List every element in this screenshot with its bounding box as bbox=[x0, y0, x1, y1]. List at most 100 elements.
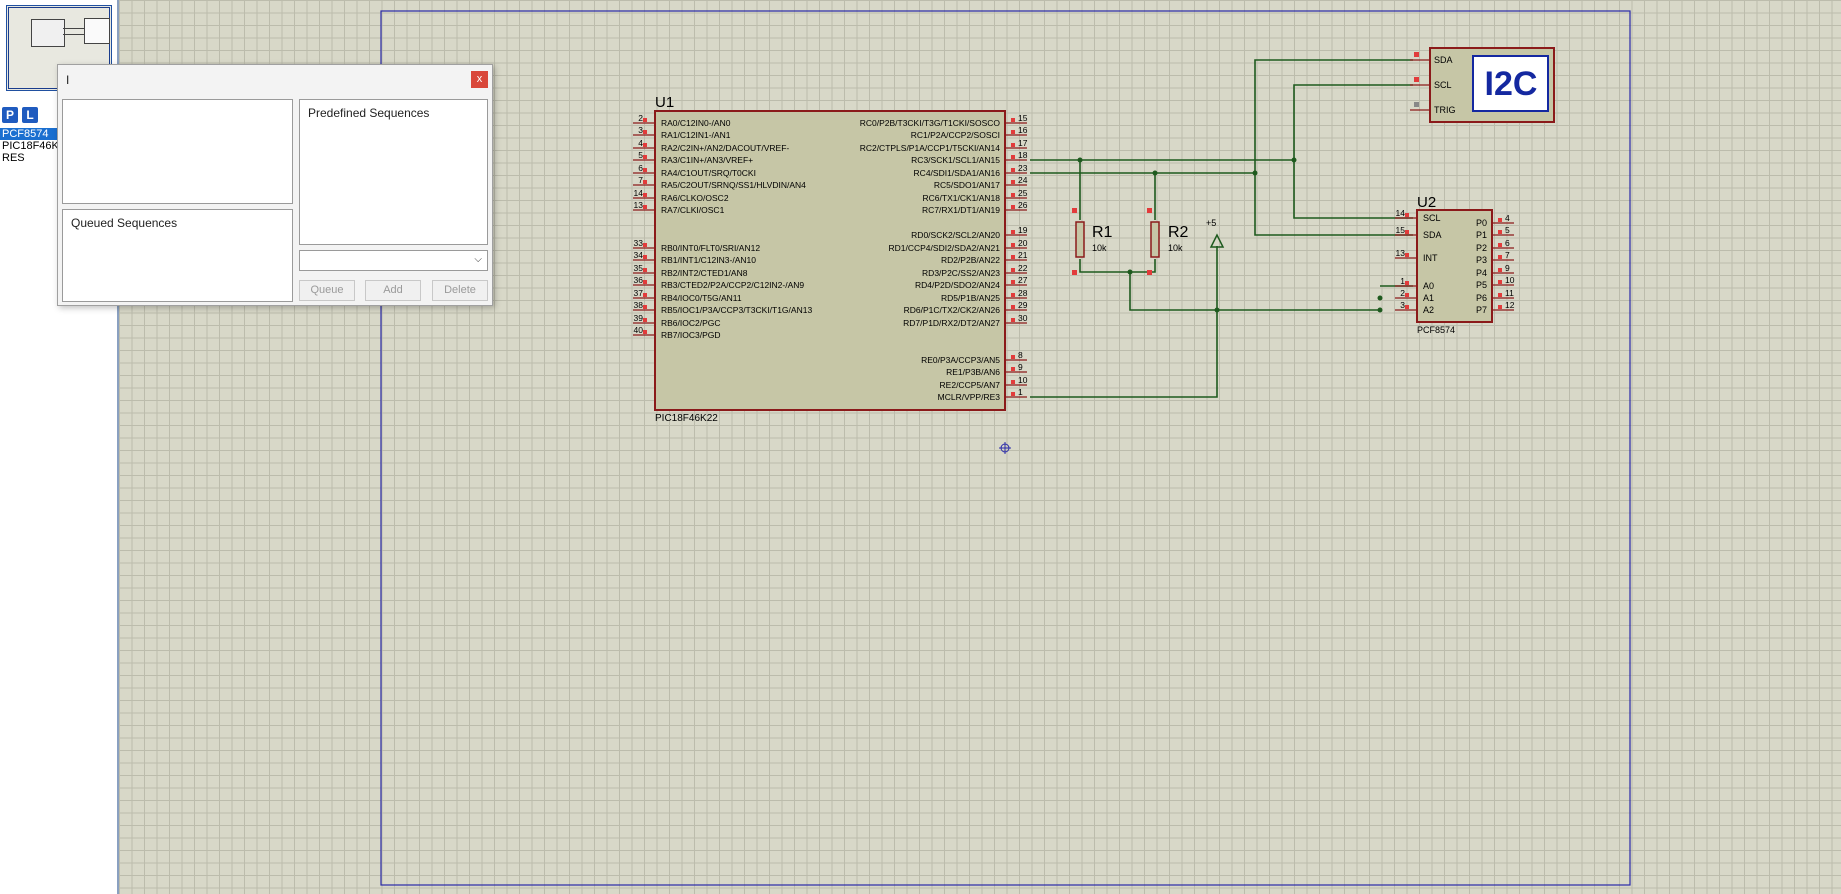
u2-pin-number: 13 bbox=[1396, 248, 1406, 258]
pin-mark bbox=[643, 255, 647, 259]
i2c-sequence-dialog[interactable]: I x Predefined Sequences Queued Sequence… bbox=[57, 64, 493, 306]
delete-button[interactable]: Delete bbox=[432, 280, 488, 301]
pin-mark bbox=[643, 193, 647, 197]
sequence-select[interactable]: ⌵ bbox=[299, 250, 488, 271]
pin-mark bbox=[1405, 293, 1409, 297]
pin-mark bbox=[1498, 218, 1502, 222]
u1-pin-number: 35 bbox=[634, 263, 644, 273]
pin-mark bbox=[1011, 255, 1015, 259]
r1-body bbox=[1075, 221, 1085, 258]
u1-pin-number: 19 bbox=[1018, 225, 1028, 235]
u2-pin-number: 5 bbox=[1505, 225, 1510, 235]
u1-pin-name: RC7/RX1/DT1/AN19 bbox=[922, 205, 1000, 215]
u1-pin-name: RA0/C12IN0-/AN0 bbox=[661, 118, 731, 128]
queued-sequences-list[interactable]: Queued Sequences bbox=[62, 209, 293, 302]
junction-dot bbox=[1077, 157, 1083, 163]
u1-pin-number: 9 bbox=[1018, 362, 1023, 372]
u2-pin-name: P4 bbox=[1476, 268, 1487, 278]
u1-part-label: PIC18F46K22 bbox=[655, 413, 718, 424]
pin-mark bbox=[1498, 268, 1502, 272]
power-label: +5 bbox=[1206, 218, 1216, 228]
pin-mark bbox=[1405, 213, 1409, 217]
u1-pin-name: RC3/SCK1/SCL1/AN15 bbox=[911, 155, 1000, 165]
u1-pin-name: RA6/CLKO/OSC2 bbox=[661, 193, 729, 203]
pin-mark bbox=[1011, 230, 1015, 234]
u1-pin-number: 14 bbox=[634, 188, 644, 198]
pullup-common-wire bbox=[1079, 259, 1156, 273]
u1-pin-name: RA2/C2IN+/AN2/DACOUT/VREF- bbox=[661, 143, 789, 153]
u1-pin-number: 28 bbox=[1018, 288, 1028, 298]
u1-pin-number: 6 bbox=[638, 163, 643, 173]
pin-mark bbox=[1011, 130, 1015, 134]
debugger-pin-name: TRIG bbox=[1434, 105, 1456, 115]
u2-pin-number: 1 bbox=[1400, 276, 1405, 286]
u1-pin-name: RA4/C1OUT/SRQ/T0CKI bbox=[661, 168, 756, 178]
u1-pin-name: RC2/CTPLS/P1A/CCP1/T5CKI/AN14 bbox=[860, 143, 1001, 153]
pin-mark bbox=[1498, 305, 1502, 309]
close-button[interactable]: x bbox=[471, 71, 488, 88]
u2-pin-name: P6 bbox=[1476, 293, 1487, 303]
u2-pin-number: 12 bbox=[1505, 300, 1515, 310]
u1-pin-name: RB7/IOC3/PGD bbox=[661, 330, 721, 340]
junction-dot bbox=[1291, 157, 1297, 163]
junction-dot bbox=[1127, 269, 1133, 275]
pin-mark bbox=[1414, 52, 1419, 57]
u1-pin-number: 17 bbox=[1018, 138, 1028, 148]
mclr-wire bbox=[1030, 246, 1218, 398]
pin-mark bbox=[1498, 293, 1502, 297]
junction-dot bbox=[1377, 295, 1383, 301]
u1-pin-name: RA3/C1IN+/AN3/VREF+ bbox=[661, 155, 753, 165]
u1-pin-name: RD3/P2C/SS2/AN23 bbox=[922, 268, 1000, 278]
queue-button[interactable]: Queue bbox=[299, 280, 355, 301]
u2-pin-name: A2 bbox=[1423, 305, 1434, 315]
u1-pin-number: 34 bbox=[634, 250, 644, 260]
pin-mark bbox=[1011, 380, 1015, 384]
pin-mark bbox=[643, 118, 647, 122]
u1-pin-name: RB3/CTED2/P2A/CCP2/C12IN2-/AN9 bbox=[661, 280, 804, 290]
u1-pin-name: RB1/INT1/C12IN3-/AN10 bbox=[661, 255, 756, 265]
pin-mark bbox=[1405, 253, 1409, 257]
predefined-sequences-list[interactable]: Predefined Sequences bbox=[299, 99, 488, 245]
junction-dot bbox=[1214, 307, 1220, 313]
u1-pin-number: 37 bbox=[634, 288, 644, 298]
u1-pin-number: 36 bbox=[634, 275, 644, 285]
add-button[interactable]: Add bbox=[365, 280, 421, 301]
r2-resistor[interactable]: R2 10k bbox=[1147, 208, 1189, 275]
u2-pin-name: P3 bbox=[1476, 255, 1487, 265]
dialog-title: I bbox=[66, 73, 70, 87]
u1-pin-name: RD4/P2D/SDO2/AN24 bbox=[915, 280, 1000, 290]
u2-pin-number: 11 bbox=[1505, 288, 1514, 298]
u1-pin-number: 27 bbox=[1018, 275, 1028, 285]
pin-mark bbox=[643, 155, 647, 159]
sequence-editor[interactable] bbox=[62, 99, 293, 204]
u1-pin-number: 38 bbox=[634, 300, 644, 310]
u1-pin-number: 7 bbox=[638, 175, 643, 185]
r1-ref-label: R1 bbox=[1092, 224, 1113, 241]
pin-mark bbox=[643, 280, 647, 284]
u1-pin-number: 25 bbox=[1018, 188, 1028, 198]
u1-pin-name: RE2/CCP5/AN7 bbox=[940, 380, 1001, 390]
junction-dot bbox=[1152, 170, 1158, 176]
pin-mark bbox=[643, 293, 647, 297]
power-terminal[interactable]: +5 bbox=[1206, 218, 1225, 248]
pin-mark bbox=[1011, 293, 1015, 297]
u2-pin-number: 7 bbox=[1505, 250, 1510, 260]
u1-pin-number: 4 bbox=[638, 138, 643, 148]
debugger-sda-wire bbox=[1254, 59, 1413, 173]
pin-mark bbox=[1414, 102, 1419, 107]
wires bbox=[1030, 59, 1413, 398]
u1-pin-name: RB4/IOC0/T5G/AN11 bbox=[661, 293, 742, 303]
pin-mark bbox=[1405, 230, 1409, 234]
pin-mark bbox=[1011, 355, 1015, 359]
u2-pin-number: 14 bbox=[1396, 208, 1406, 218]
pin-mark bbox=[1011, 168, 1015, 172]
u1-pin-number: 24 bbox=[1018, 175, 1028, 185]
r1-resistor[interactable]: R1 10k bbox=[1072, 208, 1113, 275]
u1-pin-number: 2 bbox=[638, 113, 643, 123]
u1-pin-number: 23 bbox=[1018, 163, 1028, 173]
u1-pin-number: 21 bbox=[1018, 250, 1028, 260]
u1-pin-name: RA1/C12IN1-/AN1 bbox=[661, 130, 731, 140]
pin-mark bbox=[1011, 155, 1015, 159]
pin-mark bbox=[1072, 208, 1077, 213]
junction-dot bbox=[1252, 170, 1258, 176]
